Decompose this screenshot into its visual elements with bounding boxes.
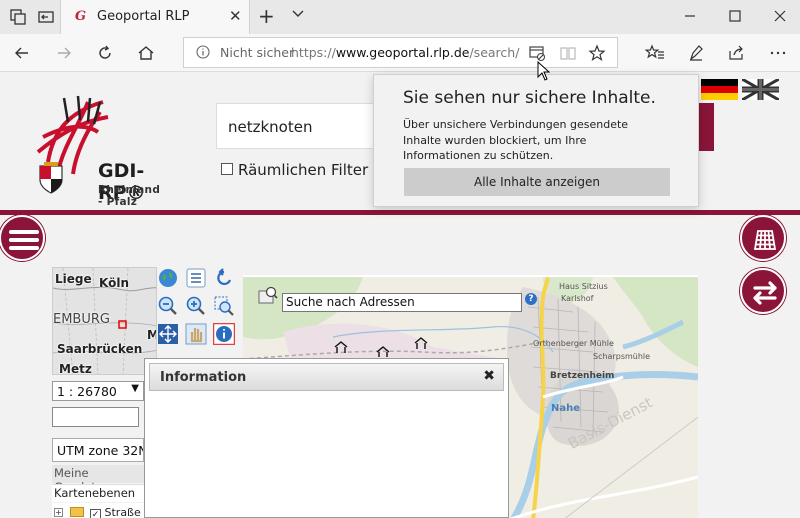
dialog-header[interactable]: Information ✖ <box>149 363 504 391</box>
minimap-label-m: M <box>147 328 156 342</box>
geoportal-favicon-icon: G <box>75 9 87 24</box>
undo-icon[interactable] <box>213 267 235 289</box>
map-label-bretzenheim: Bretzenheim <box>550 371 615 381</box>
spatial-filter-label: Räumlichen Filter be <box>238 161 392 179</box>
grid-icon <box>753 230 777 250</box>
chevron-down-icon[interactable] <box>290 6 306 22</box>
blocked-content-icon[interactable] <box>528 44 546 62</box>
crs-select[interactable]: UTM zone 32N <box>52 438 144 462</box>
url-path: /search/ <box>469 45 520 60</box>
flyout-title: Sie sehen nur sichere Inhalte. <box>403 88 656 108</box>
reading-view-icon[interactable] <box>559 44 577 62</box>
refresh-icon[interactable] <box>95 43 115 63</box>
spatial-filter-checkbox[interactable]: Räumlichen Filter be <box>221 161 392 179</box>
flyout-message: Über unsichere Verbindungen gesendete In… <box>403 118 629 162</box>
layer-checkbox[interactable]: ✓ <box>90 509 101 518</box>
maximize-icon[interactable] <box>725 6 745 26</box>
checkbox-icon[interactable] <box>221 163 233 175</box>
scale-value: 1 : 26780 <box>57 384 117 399</box>
favorite-star-icon[interactable] <box>588 44 606 62</box>
url-scheme: https:// <box>291 45 336 60</box>
hand-icon[interactable] <box>185 323 207 345</box>
information-dialog: Information ✖ <box>144 358 509 518</box>
chevron-down-icon: ▼ <box>131 383 139 394</box>
favorites-hub-icon[interactable] <box>645 43 665 63</box>
show-all-content-button[interactable]: Alle Inhalte anzeigen <box>404 168 670 196</box>
map-label-karlshof: Karlshof <box>561 294 594 303</box>
close-icon[interactable]: ✖ <box>483 368 495 384</box>
tab-close-icon[interactable]: ✕ <box>229 7 242 25</box>
minimap-label-koeln: Köln <box>99 276 129 290</box>
map-label-orthenberger-muehle: Orthenberger Mühle <box>533 339 614 348</box>
close-window-icon[interactable] <box>770 6 790 26</box>
navigation-bar: Nicht sicher https://www.geoportal.rlp.d… <box>0 34 800 72</box>
map-label-haus-sitzius: Haus Sitzius <box>559 282 608 291</box>
blocked-content-flyout: Sie sehen nur sichere Inhalte. Über unsi… <box>373 74 699 207</box>
pen-notes-icon[interactable] <box>686 43 706 63</box>
minimap-label-metz: Metz <box>59 362 92 375</box>
zoom-out-icon[interactable] <box>157 295 179 317</box>
back-icon[interactable] <box>12 43 32 63</box>
scale-select[interactable]: 1 : 26780 ▼ <box>52 381 144 401</box>
swap-arrows-icon <box>753 281 777 305</box>
layer-tree-item[interactable]: + ✓ Straße <box>52 503 144 518</box>
crs-value: UTM zone 32N <box>57 443 144 458</box>
address-search-input[interactable]: Suche nach Adressen <box>282 293 522 312</box>
tab-title: Geoportal RLP <box>97 9 190 24</box>
map-label-nahe: Nahe <box>551 403 581 414</box>
zoom-box-icon[interactable] <box>213 295 235 317</box>
zoom-in-icon[interactable] <box>185 295 207 317</box>
english-flag-icon[interactable] <box>742 79 779 100</box>
url-text[interactable]: https://www.geoportal.rlp.de/search/ <box>291 45 519 60</box>
layers-tab[interactable]: Kartenebenen <box>52 484 144 502</box>
not-secure-label: Nicht sicher <box>220 45 295 60</box>
new-tab-icon[interactable]: + <box>258 4 275 28</box>
dialog-title: Information <box>160 370 247 385</box>
locate-address-icon[interactable] <box>258 286 278 304</box>
header-divider <box>0 210 800 215</box>
hamburger-icon <box>9 230 39 250</box>
active-tab[interactable]: G Geoportal RLP ✕ <box>60 0 250 34</box>
pan-icon[interactable] <box>157 323 179 345</box>
my-geodata-tab[interactable]: Meine Geodaten <box>52 465 144 494</box>
german-flag-icon[interactable] <box>701 79 738 100</box>
minimap-label-saarbruecken: Saarbrücken <box>57 342 143 356</box>
coordinate-input[interactable] <box>52 407 139 427</box>
address-bar[interactable]: Nicht sicher https://www.geoportal.rlp.d… <box>183 37 618 68</box>
expand-icon[interactable]: + <box>54 508 63 517</box>
minimap-label-liege: Liege <box>55 272 92 286</box>
map-grid-button[interactable] <box>740 215 786 261</box>
search-input-value: netzknoten <box>228 118 313 136</box>
map-toolbar <box>157 267 239 349</box>
url-host: www.geoportal.rlp.de <box>335 45 470 60</box>
help-icon[interactable]: ? <box>525 293 537 305</box>
minimize-icon[interactable] <box>680 6 700 26</box>
map-label-scharpsmuehle: Scharpsmühle <box>593 352 651 361</box>
coat-of-arms-icon <box>39 162 63 194</box>
set-aside-tabs-icon[interactable] <box>36 7 56 27</box>
layer-tree-label: Straße <box>104 506 141 518</box>
more-icon[interactable] <box>768 43 788 63</box>
menu-button[interactable] <box>0 215 45 261</box>
globe-icon[interactable] <box>157 267 179 289</box>
minimap-label-luxemburg: EMBURG <box>53 312 110 327</box>
logo-subtitle: Rheinland - Pfalz <box>98 184 161 208</box>
info-tool-icon[interactable] <box>213 323 235 345</box>
forward-icon[interactable] <box>54 43 74 63</box>
tab-preview-icon[interactable] <box>8 7 28 27</box>
list-icon[interactable] <box>185 267 207 289</box>
folder-icon <box>69 507 84 517</box>
info-icon[interactable] <box>196 45 210 59</box>
swap-button[interactable] <box>740 268 786 314</box>
gdi-rp-logo[interactable]: GDI-RP® Rheinland - Pfalz <box>28 92 168 208</box>
mouse-cursor-icon <box>537 61 551 81</box>
home-icon[interactable] <box>136 43 156 63</box>
tab-bar: G Geoportal RLP ✕ + <box>0 0 800 34</box>
overview-map[interactable]: Liege Köln EMBURG Saarbrücken Metz M <box>52 267 157 375</box>
share-icon[interactable] <box>726 43 746 63</box>
